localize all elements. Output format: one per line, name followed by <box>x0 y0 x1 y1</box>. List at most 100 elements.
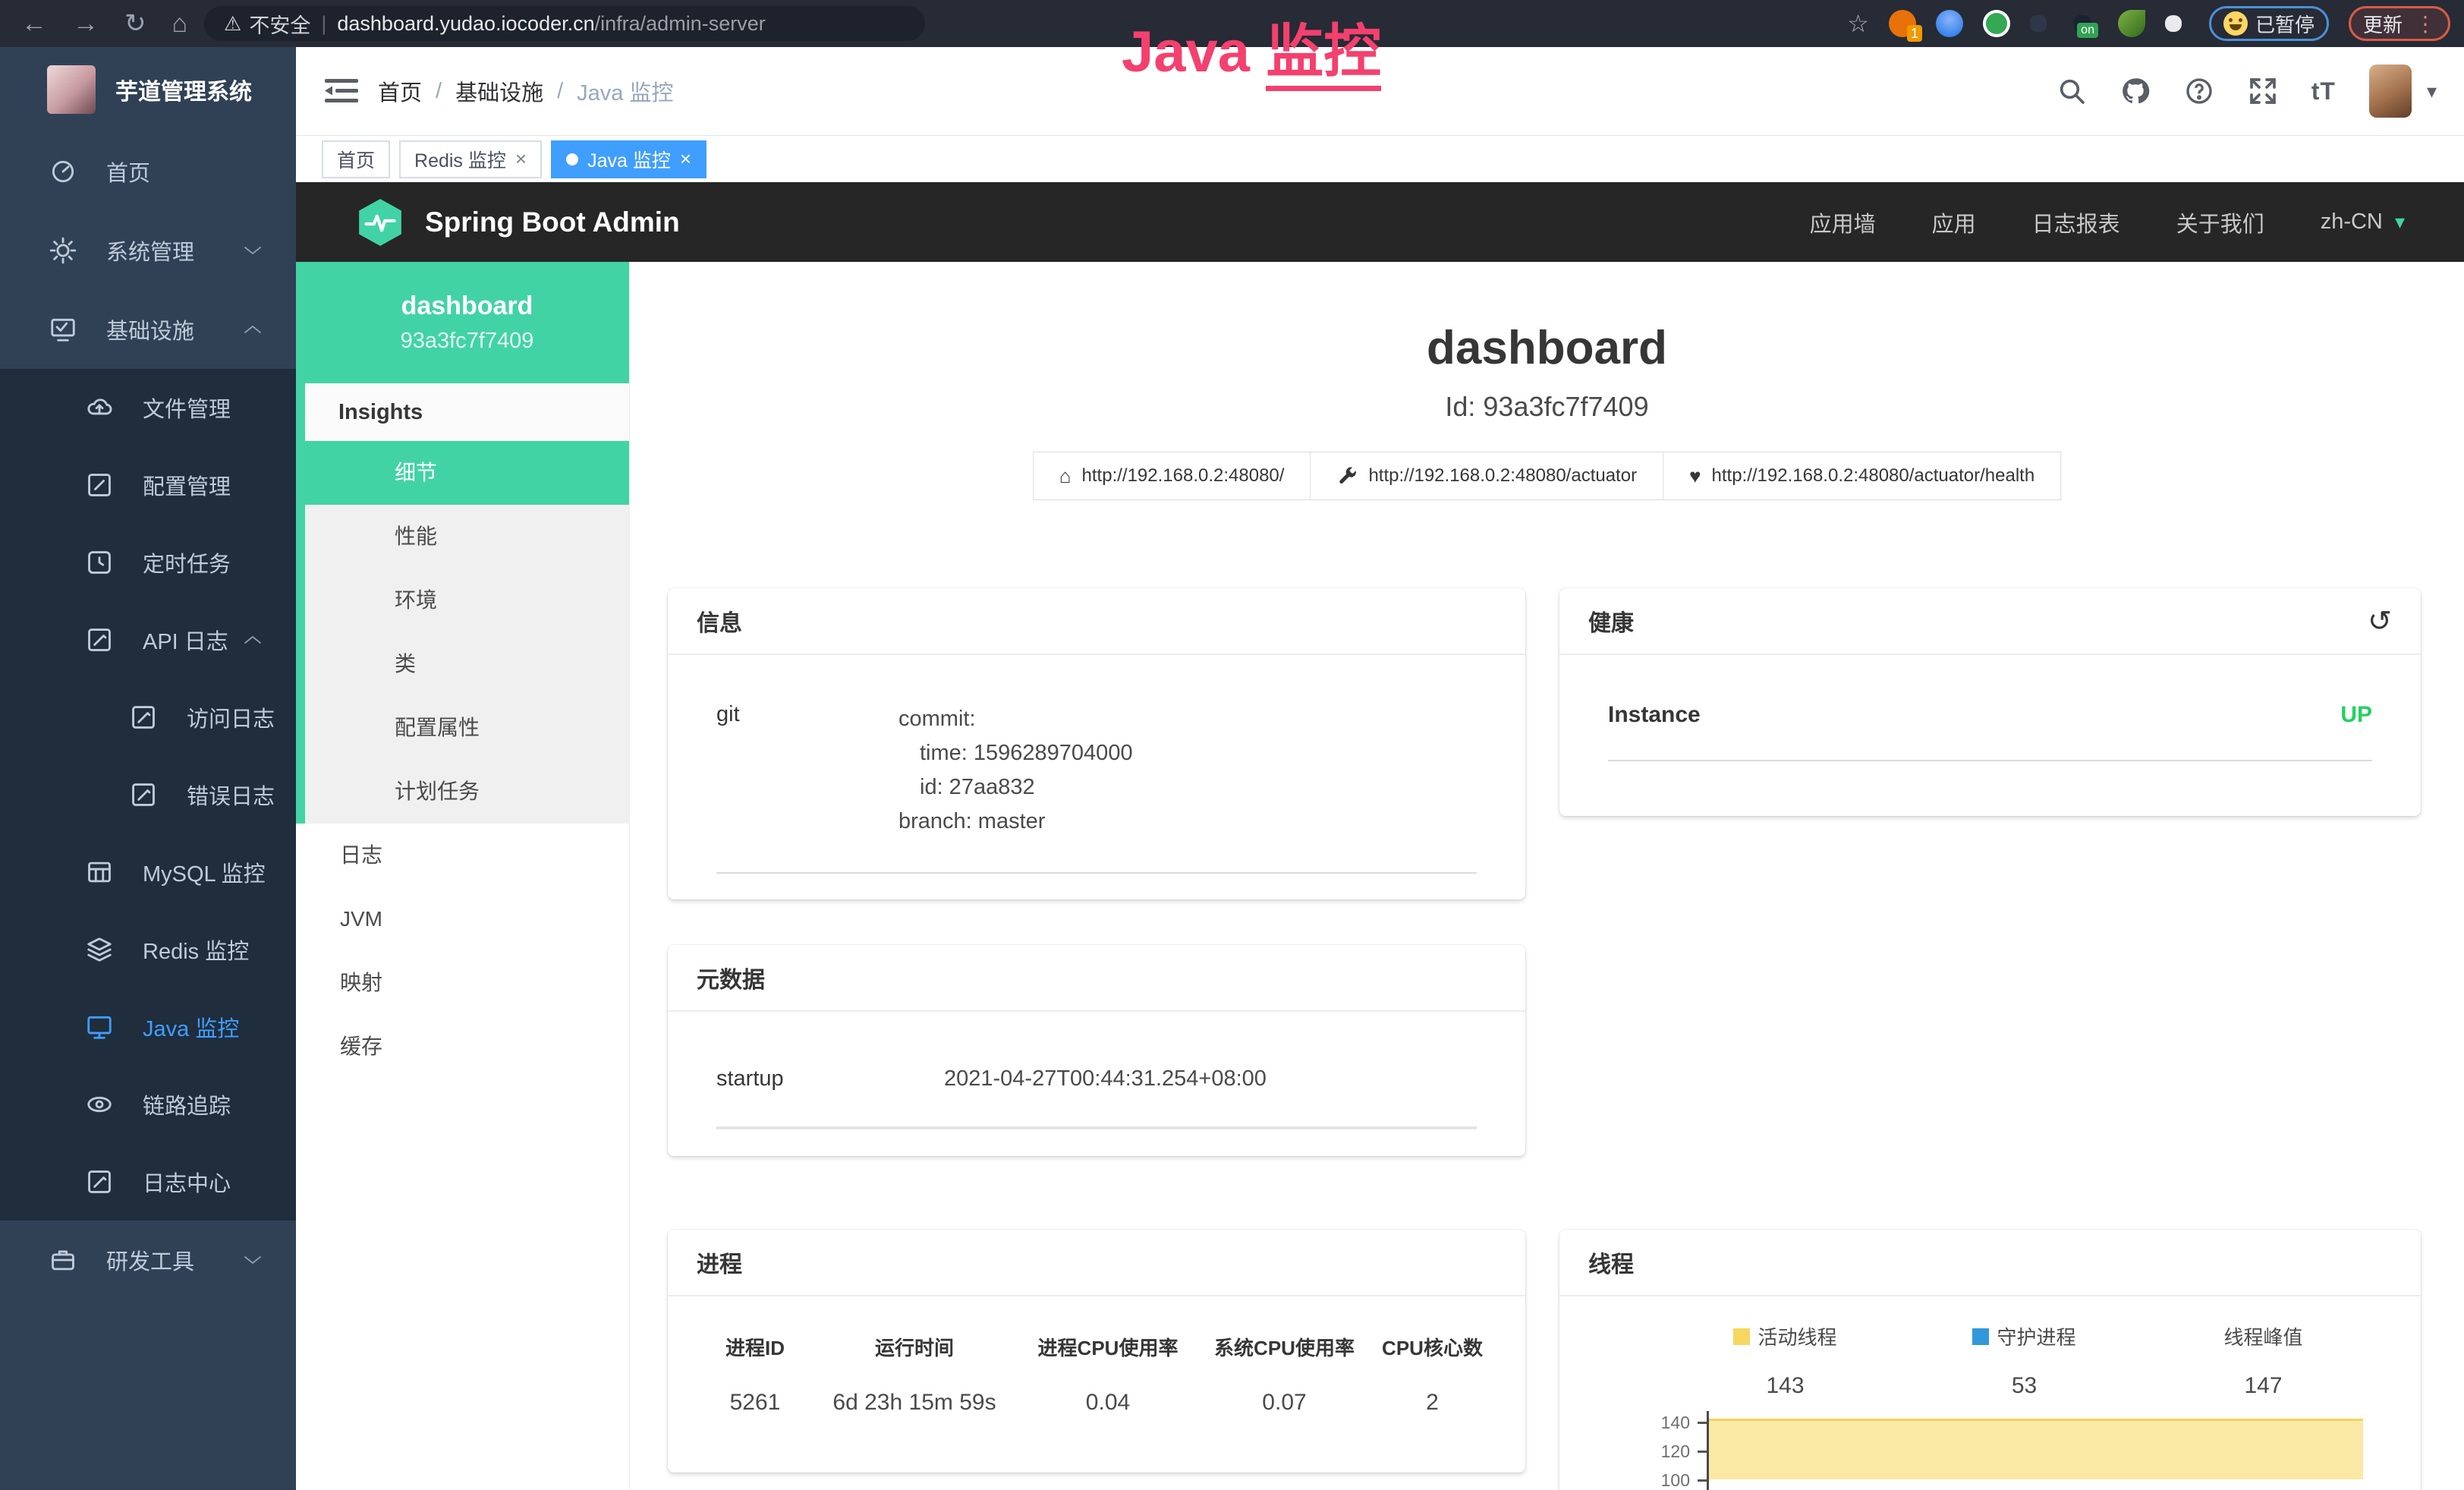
sidebar-item-scheduled-jobs[interactable]: 定时任务 <box>0 524 296 601</box>
tab-redis-monitor[interactable]: Redis 监控 × <box>399 140 542 178</box>
sidebar-item-log-center[interactable]: 日志中心 <box>0 1143 296 1221</box>
sba-nav-wallboard[interactable]: 应用墙 <box>1810 206 1876 238</box>
metadata-key: startup <box>716 1066 944 1092</box>
active-threads-value: 143 <box>1666 1373 1905 1399</box>
tab-home[interactable]: 首页 <box>322 140 390 178</box>
github-icon[interactable] <box>2120 76 2151 106</box>
sba-nav-applications[interactable]: 应用 <box>1932 206 1976 238</box>
breadcrumb-home[interactable]: 首页 <box>378 75 422 107</box>
sba-item-scheduled-tasks[interactable]: 计划任务 <box>305 760 629 824</box>
sidebar-item-config-management[interactable]: 配置管理 <box>0 446 296 524</box>
extension-orange-icon[interactable]: 1 <box>1889 10 1916 37</box>
table-grid-icon <box>85 858 114 887</box>
sidebar-item-infrastructure[interactable]: 基础设施 <box>0 290 296 369</box>
sidebar-item-label: 链路追踪 <box>143 1088 231 1120</box>
sba-content: dashboard Id: 93a3fc7f7409 ⌂ http://192.… <box>630 262 2464 1490</box>
sidebar-item-dev-tools[interactable]: 研发工具 <box>0 1221 296 1299</box>
log-edit-icon <box>85 625 114 654</box>
sba-nav-about[interactable]: 关于我们 <box>2176 206 2264 238</box>
security-label: 不安全 <box>249 9 310 39</box>
bookmark-star-icon[interactable]: ☆ <box>1847 9 1869 38</box>
sba-item-details[interactable]: 细节 <box>305 441 629 505</box>
address-bar[interactable]: ⚠ 不安全 | dashboard.yudao.iocoder.cn /infr… <box>204 6 925 41</box>
user-avatar[interactable] <box>2369 65 2412 118</box>
service-url: http://192.168.0.2:48080/ <box>1082 465 1285 487</box>
browser-forward-icon[interactable]: → <box>73 9 99 39</box>
sidebar-item-system[interactable]: 系统管理 <box>0 211 296 290</box>
extension-leaf-icon[interactable] <box>2118 10 2145 37</box>
metadata-value: 2021-04-27T00:44:31.254+08:00 <box>944 1066 1267 1092</box>
legend-swatch-daemon-threads <box>1972 1328 1989 1345</box>
help-icon[interactable] <box>2184 76 2214 106</box>
app-logo-row[interactable]: 芋道管理系统 <box>0 47 296 132</box>
chevron-up-icon <box>243 323 263 335</box>
user-menu-caret-icon[interactable]: ▾ <box>2427 80 2437 103</box>
sba-insights-group: Insights 细节 性能 环境 类 配置属性 计划任务 <box>296 383 629 824</box>
sidebar-item-tracing[interactable]: 链路追踪 <box>0 1066 296 1143</box>
annotation-text: Java <box>1122 20 1266 84</box>
sidebar-item-file-management[interactable]: 文件管理 <box>0 369 296 446</box>
browser-home-icon[interactable]: ⌂ <box>172 9 188 39</box>
health-row-instance[interactable]: Instance UP <box>1608 702 2372 761</box>
sidebar-item-home[interactable]: 首页 <box>0 132 296 211</box>
sidebar-toggle-icon[interactable] <box>325 76 358 106</box>
legend-swatch-active-threads <box>1733 1328 1750 1345</box>
sidebar-item-label: 首页 <box>106 156 150 187</box>
sba-item-classes[interactable]: 类 <box>305 632 629 696</box>
sba-item-mappings[interactable]: 映射 <box>296 951 629 1015</box>
fullscreen-icon[interactable] <box>2248 76 2278 106</box>
browser-menu-icon[interactable]: ⋮ <box>2415 11 2436 36</box>
history-icon[interactable]: ↺ <box>2368 604 2392 638</box>
sba-item-jvm[interactable]: JVM <box>296 887 629 951</box>
browser-back-icon[interactable]: ← <box>21 9 47 39</box>
page-title: dashboard <box>630 321 2464 375</box>
sidebar-item-api-logs[interactable]: API 日志 <box>0 601 296 679</box>
browser-reload-icon[interactable]: ↻ <box>124 8 146 39</box>
sidebar-item-error-logs[interactable]: 错误日志 <box>0 756 296 833</box>
sidebar-item-redis-monitor[interactable]: Redis 监控 <box>0 911 296 988</box>
threads-chart: 140 120 100 <box>1605 1411 2390 1490</box>
close-icon[interactable]: × <box>680 147 691 171</box>
metadata-card: 元数据 startup 2021-04-27T00:44:31.254+08:0… <box>668 945 1525 1156</box>
font-size-icon[interactable]: tT <box>2311 77 2336 106</box>
cpu-cores: 2 <box>1370 1390 1495 1416</box>
infrastructure-submenu: 文件管理 配置管理 定时任务 API 日志 访问日志 错误日志 <box>0 369 296 1221</box>
extension-dark-icon[interactable]: on <box>2074 15 2091 32</box>
extension-pin-icon[interactable] <box>1936 10 1963 37</box>
search-icon[interactable] <box>2056 76 2087 106</box>
system-cpu: 0.07 <box>1199 1390 1370 1416</box>
sba-item-config-props[interactable]: 配置属性 <box>305 696 629 760</box>
close-icon[interactable]: × <box>515 147 527 171</box>
process-pid: 5261 <box>698 1390 812 1416</box>
service-url-link[interactable]: ⌂ http://192.168.0.2:48080/ <box>1034 452 1311 499</box>
edit-icon <box>85 471 114 499</box>
home-icon: ⌂ <box>1059 465 1072 488</box>
sba-item-environment[interactable]: 环境 <box>305 569 629 632</box>
sba-item-logs[interactable]: 日志 <box>296 824 629 887</box>
sba-nav-journal[interactable]: 日志报表 <box>2032 206 2120 238</box>
health-url-link[interactable]: ♥ http://192.168.0.2:48080/actuator/heal… <box>1663 452 2060 499</box>
health-card-title: 健康 <box>1588 604 1634 638</box>
extension-green-circle-icon[interactable] <box>1983 10 2010 37</box>
sidebar-item-access-logs[interactable]: 访问日志 <box>0 679 296 756</box>
sba-instance-header[interactable]: dashboard 93a3fc7f7409 <box>296 262 629 383</box>
sidebar-item-java-monitor[interactable]: Java 监控 <box>0 988 296 1066</box>
breadcrumb-infrastructure[interactable]: 基础设施 <box>455 75 543 107</box>
sidebar-item-mysql-monitor[interactable]: MySQL 监控 <box>0 833 296 911</box>
sba-nav-locale[interactable]: zh-CN ▾ <box>2321 209 2405 235</box>
sba-item-caches[interactable]: 缓存 <box>296 1015 629 1079</box>
tab-java-monitor[interactable]: Java 监控 × <box>551 140 706 178</box>
column-header: 运行时间 <box>812 1333 1017 1361</box>
briefcase-icon <box>49 1246 77 1274</box>
extension-grid-icon[interactable] <box>2030 15 2047 32</box>
process-table: 进程ID 运行时间 进程CPU使用率 系统CPU使用率 CPU核心数 5261 … <box>668 1296 1525 1416</box>
health-instance-label: Instance <box>1608 702 1701 728</box>
extensions-puzzle-icon[interactable] <box>2165 15 2182 32</box>
update-button[interactable]: 更新 ⋮ <box>2349 6 2450 41</box>
actuator-url-link[interactable]: http://192.168.0.2:48080/actuator <box>1311 452 1663 499</box>
instance-id: 93a3fc7f7409 <box>401 329 534 354</box>
layers-icon <box>85 935 114 964</box>
sba-item-metrics[interactable]: 性能 <box>305 505 629 569</box>
paused-pill[interactable]: 已暂停 <box>2209 6 2329 41</box>
legend-label: 线程峰值 <box>2223 1322 2302 1350</box>
